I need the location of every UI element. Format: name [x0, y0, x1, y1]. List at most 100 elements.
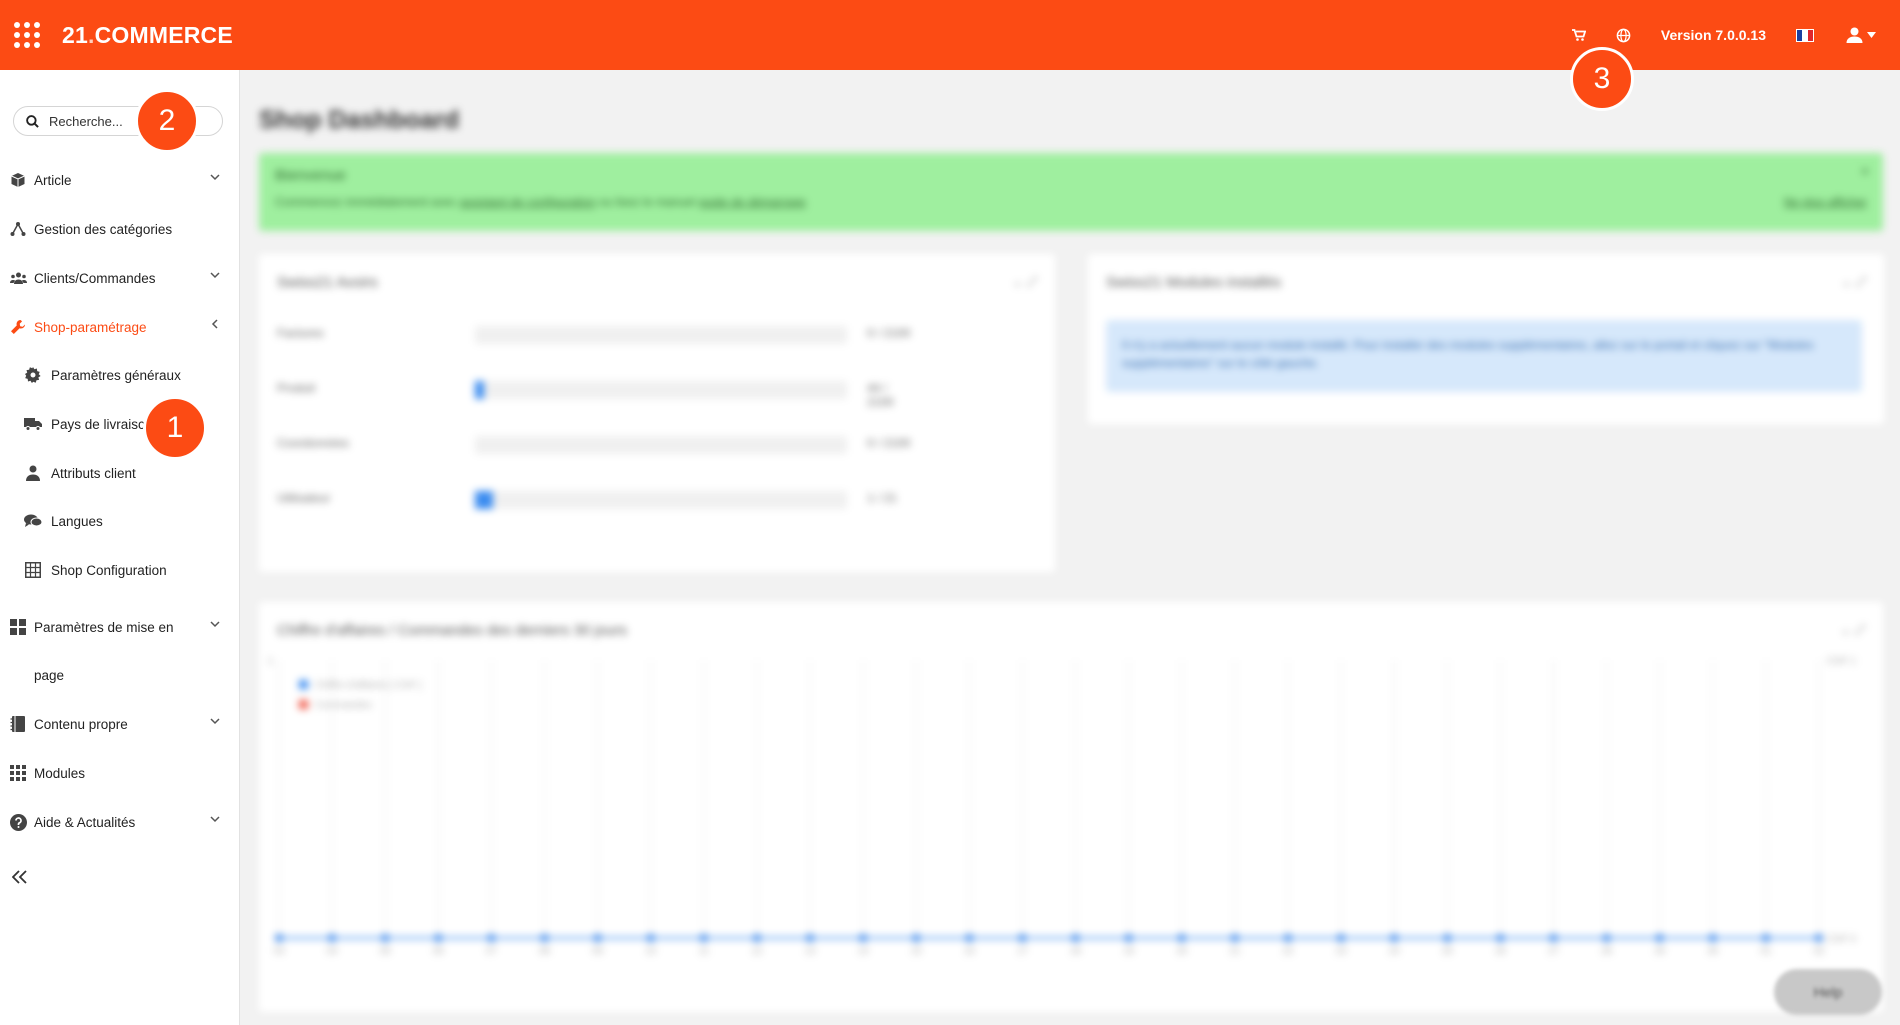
y-axis-left-label: 1	[267, 656, 273, 667]
sidebar-item-general-settings[interactable]: Paramètres généraux	[0, 358, 240, 392]
quota-progress-fill	[475, 491, 493, 509]
alert-title: Bienvenue	[275, 167, 346, 184]
sidebar-item-customer-attributes[interactable]: Attributs client	[0, 456, 240, 490]
sidebar-item-own-content[interactable]: Contenu propre	[0, 707, 240, 741]
language-flag-icon[interactable]	[1796, 28, 1814, 42]
data-point	[1761, 934, 1770, 942]
x-tick-label: 08	[539, 946, 551, 957]
data-point	[1655, 934, 1664, 942]
data-point	[1708, 934, 1717, 942]
data-point	[328, 934, 337, 942]
data-point	[1443, 934, 1452, 942]
x-tick-label: 18	[1070, 946, 1082, 957]
sidebar-item-languages[interactable]: Langues	[0, 504, 240, 538]
panel-title: Swiss21 Modules installés	[1106, 274, 1282, 291]
x-tick-label: 10	[645, 946, 657, 957]
data-point	[381, 934, 390, 942]
collapse-sidebar-icon[interactable]	[11, 870, 28, 889]
chat-icon	[24, 512, 42, 530]
info-box: Il n'y a actuellement aucun module insta…	[1106, 320, 1862, 392]
x-tick-label: 28	[1601, 946, 1613, 957]
quota-progress-bar	[475, 436, 847, 454]
x-tick-label: 12	[751, 946, 763, 957]
data-point	[1230, 934, 1239, 942]
x-tick-label: 03	[273, 946, 285, 957]
start-guide-link[interactable]: guide de démarrage	[699, 195, 806, 209]
sidebar-item-label: Clients/Commandes	[34, 270, 156, 286]
quota-row: Utilisateur 1 / 21	[277, 489, 917, 509]
x-tick-label: 21	[1229, 946, 1241, 957]
x-tick-label: 29	[1654, 946, 1666, 957]
annotation-badge-3: 3	[1570, 47, 1634, 111]
x-tick-label: 04	[327, 946, 339, 957]
user-icon	[24, 464, 42, 482]
logo[interactable]: 21.COMMERCE	[62, 22, 233, 49]
help-button[interactable]: Help	[1774, 969, 1882, 1015]
setup-wizard-link[interactable]: assistant de configuration	[460, 195, 596, 209]
x-tick-label: 16	[964, 946, 976, 957]
globe-icon[interactable]	[1616, 28, 1631, 43]
y-axis-right-bottom-label: CHF 0	[1827, 934, 1856, 945]
x-tick-label: 14	[858, 946, 870, 957]
quota-row: Coordonnées 0 / 2100	[277, 434, 917, 454]
data-point	[593, 934, 602, 942]
data-point	[646, 934, 655, 942]
annotation-badge-1: 1	[143, 396, 207, 460]
x-tick-label: 26	[1495, 946, 1507, 957]
modules-icon	[9, 764, 27, 782]
x-tick-label: 05	[380, 946, 392, 957]
grid-table-icon	[24, 561, 42, 579]
chevron-left-icon	[211, 319, 218, 329]
main-content: Shop Dashboard Bienvenue Commencez imméd…	[241, 70, 1900, 1025]
line-chart: 1 CHF 1 CHF 0 Chiffre d'affaires [ CHF ] Com…	[267, 656, 1856, 957]
dismiss-link[interactable]: Ne plus afficher	[1784, 195, 1867, 209]
x-tick-label: 19	[1123, 946, 1135, 957]
app-grid-icon[interactable]	[14, 22, 40, 48]
sidebar-item-layout-settings[interactable]: Paramètres de mise en	[0, 610, 240, 644]
sidebar-item-modules[interactable]: Modules	[0, 756, 240, 790]
sidebar-item-help-news[interactable]: Aide & Actualités	[0, 805, 240, 839]
data-point	[1337, 934, 1346, 942]
sidebar-item-clients[interactable]: Clients/Commandes	[0, 261, 240, 295]
data-point	[806, 934, 815, 942]
data-point	[859, 934, 868, 942]
quota-progress-bar	[475, 326, 847, 344]
data-point	[275, 934, 283, 942]
user-menu[interactable]	[1846, 27, 1876, 43]
sidebar-item-label: Shop Configuration	[51, 562, 167, 578]
sidebar-item-shop-settings[interactable]: Shop-paramétrage	[0, 310, 240, 344]
sidebar-item-article[interactable]: Article	[0, 163, 240, 197]
panel-tools-icon[interactable]: ⌄ ⤢	[1012, 274, 1037, 290]
tree-icon	[9, 220, 27, 238]
sidebar-item-label: Attributs client	[51, 465, 136, 481]
sidebar: Article Gestion des catégories Clients/C…	[0, 70, 240, 1025]
x-tick-label: 07	[486, 946, 498, 957]
x-tick-label: 23	[1336, 946, 1348, 957]
quota-label: Produit	[277, 381, 316, 395]
data-point	[1496, 934, 1505, 942]
sidebar-item-label: Article	[34, 172, 72, 188]
y-axis-right-top-label: CHF 1	[1827, 656, 1856, 667]
quota-value: 0 / 2100	[867, 436, 911, 450]
sidebar-item-categories[interactable]: Gestion des catégories	[0, 212, 240, 246]
alert-text: Commencez immédiatement avec assistant d…	[275, 195, 806, 209]
search-icon	[26, 114, 39, 128]
welcome-alert: Bienvenue Commencez immédiatement avec a…	[259, 153, 1883, 231]
chevron-down-icon	[210, 621, 220, 628]
x-tick-label: 20	[1176, 946, 1188, 957]
legend-label: Commandes	[315, 700, 372, 711]
book-icon	[9, 715, 27, 733]
data-point	[434, 934, 443, 942]
legend-swatch	[299, 700, 308, 709]
quota-row: Produit 44 / 2100	[277, 379, 917, 409]
data-point	[912, 934, 921, 942]
close-icon[interactable]: ×	[1861, 163, 1869, 179]
caret-down-icon	[1867, 32, 1876, 38]
panel-tools-icon[interactable]: ⌄ ⤢	[1841, 274, 1866, 290]
x-tick-label: 11	[699, 946, 710, 957]
chevron-down-icon	[210, 174, 220, 181]
data-point	[965, 934, 974, 942]
sidebar-item-shop-configuration[interactable]: Shop Configuration	[0, 553, 240, 587]
sidebar-item-layout-settings-line2[interactable]: page	[0, 658, 240, 692]
cart-icon[interactable]	[1571, 29, 1586, 41]
